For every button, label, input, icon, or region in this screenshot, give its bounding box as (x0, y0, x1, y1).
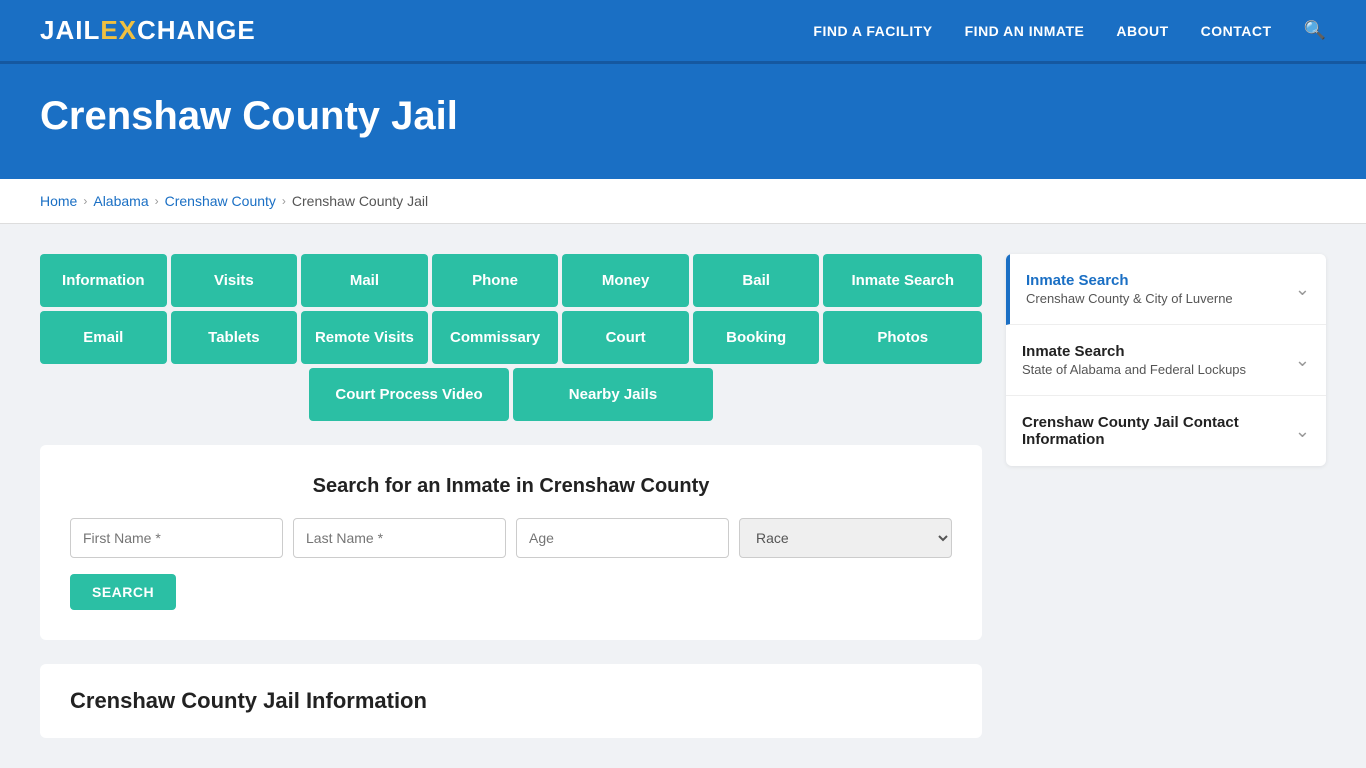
btn-commissary[interactable]: Commissary (432, 311, 559, 364)
breadcrumb-county[interactable]: Crenshaw County (165, 193, 276, 209)
main-nav: FIND A FACILITY FIND AN INMATE ABOUT CON… (813, 20, 1326, 41)
nav-find-facility[interactable]: FIND A FACILITY (813, 23, 932, 39)
breadcrumb-alabama[interactable]: Alabama (93, 193, 148, 209)
sidebar-item-text-1: Inmate Search Crenshaw County & City of … (1026, 272, 1285, 306)
btn-email[interactable]: Email (40, 311, 167, 364)
btn-inmate-search[interactable]: Inmate Search (823, 254, 982, 307)
sidebar-item-title-1: Inmate Search (1026, 272, 1285, 289)
header-search-button[interactable]: 🔍 (1304, 20, 1326, 41)
sidebar-item-text-2: Inmate Search State of Alabama and Feder… (1022, 343, 1285, 377)
chevron-down-icon-3: ⌄ (1295, 421, 1310, 442)
site-logo[interactable]: JAILEXCHANGE (40, 15, 256, 46)
left-column: Information Visits Mail Phone Money Bail… (40, 254, 982, 738)
breadcrumb-sep-3: › (282, 194, 286, 208)
breadcrumb-current: Crenshaw County Jail (292, 193, 428, 209)
btn-money[interactable]: Money (562, 254, 689, 307)
chevron-down-icon-2: ⌄ (1295, 350, 1310, 371)
sidebar-item-inmate-search-local[interactable]: Inmate Search Crenshaw County & City of … (1006, 254, 1326, 325)
right-sidebar: Inmate Search Crenshaw County & City of … (1006, 254, 1326, 466)
sidebar-item-sub-2: State of Alabama and Federal Lockups (1022, 362, 1285, 377)
btn-photos[interactable]: Photos (823, 311, 982, 364)
btn-nearby-jails[interactable]: Nearby Jails (513, 368, 713, 421)
race-select[interactable]: Race White Black Hispanic Asian Other (739, 518, 952, 558)
search-button[interactable]: SEARCH (70, 574, 176, 610)
chevron-down-icon-1: ⌄ (1295, 279, 1310, 300)
btn-bail[interactable]: Bail (693, 254, 820, 307)
nav-about[interactable]: ABOUT (1116, 23, 1168, 39)
sidebar-item-title-3: Crenshaw County Jail Contact Information (1022, 414, 1285, 448)
sidebar-item-title-2: Inmate Search (1022, 343, 1285, 360)
info-section-title: Crenshaw County Jail Information (70, 688, 952, 714)
search-form-title: Search for an Inmate in Crenshaw County (70, 475, 952, 498)
breadcrumb-sep-1: › (83, 194, 87, 208)
grid-row-3: Court Process Video Nearby Jails (40, 368, 982, 421)
btn-court-process-video[interactable]: Court Process Video (309, 368, 509, 421)
first-name-input[interactable] (70, 518, 283, 558)
btn-tablets[interactable]: Tablets (171, 311, 298, 364)
sidebar-item-text-3: Crenshaw County Jail Contact Information (1022, 414, 1285, 448)
btn-remote-visits[interactable]: Remote Visits (301, 311, 428, 364)
btn-booking[interactable]: Booking (693, 311, 820, 364)
age-input[interactable] (516, 518, 729, 558)
page-title: Crenshaw County Jail (40, 94, 1326, 139)
search-inputs-row: Race White Black Hispanic Asian Other (70, 518, 952, 558)
breadcrumb-bar: Home › Alabama › Crenshaw County › Crens… (0, 179, 1366, 224)
last-name-input[interactable] (293, 518, 506, 558)
nav-contact[interactable]: CONTACT (1201, 23, 1272, 39)
btn-information[interactable]: Information (40, 254, 167, 307)
inmate-search-form-card: Search for an Inmate in Crenshaw County … (40, 445, 982, 640)
sidebar-links-card: Inmate Search Crenshaw County & City of … (1006, 254, 1326, 466)
btn-mail[interactable]: Mail (301, 254, 428, 307)
breadcrumb-home[interactable]: Home (40, 193, 77, 209)
navigation-grid: Information Visits Mail Phone Money Bail… (40, 254, 982, 421)
info-section-card: Crenshaw County Jail Information (40, 664, 982, 738)
btn-court[interactable]: Court (562, 311, 689, 364)
main-content: Information Visits Mail Phone Money Bail… (0, 224, 1366, 768)
sidebar-item-inmate-search-state[interactable]: Inmate Search State of Alabama and Feder… (1006, 325, 1326, 396)
hero-banner: Crenshaw County Jail (0, 64, 1366, 179)
btn-visits[interactable]: Visits (171, 254, 298, 307)
btn-phone[interactable]: Phone (432, 254, 559, 307)
grid-row-2: Email Tablets Remote Visits Commissary C… (40, 311, 982, 364)
sidebar-item-sub-1: Crenshaw County & City of Luverne (1026, 291, 1285, 306)
nav-find-inmate[interactable]: FIND AN INMATE (965, 23, 1085, 39)
grid-row-1: Information Visits Mail Phone Money Bail… (40, 254, 982, 307)
logo-text: JAILEXCHANGE (40, 15, 256, 45)
breadcrumb: Home › Alabama › Crenshaw County › Crens… (40, 193, 1326, 209)
breadcrumb-sep-2: › (155, 194, 159, 208)
sidebar-item-contact-info[interactable]: Crenshaw County Jail Contact Information… (1006, 396, 1326, 466)
